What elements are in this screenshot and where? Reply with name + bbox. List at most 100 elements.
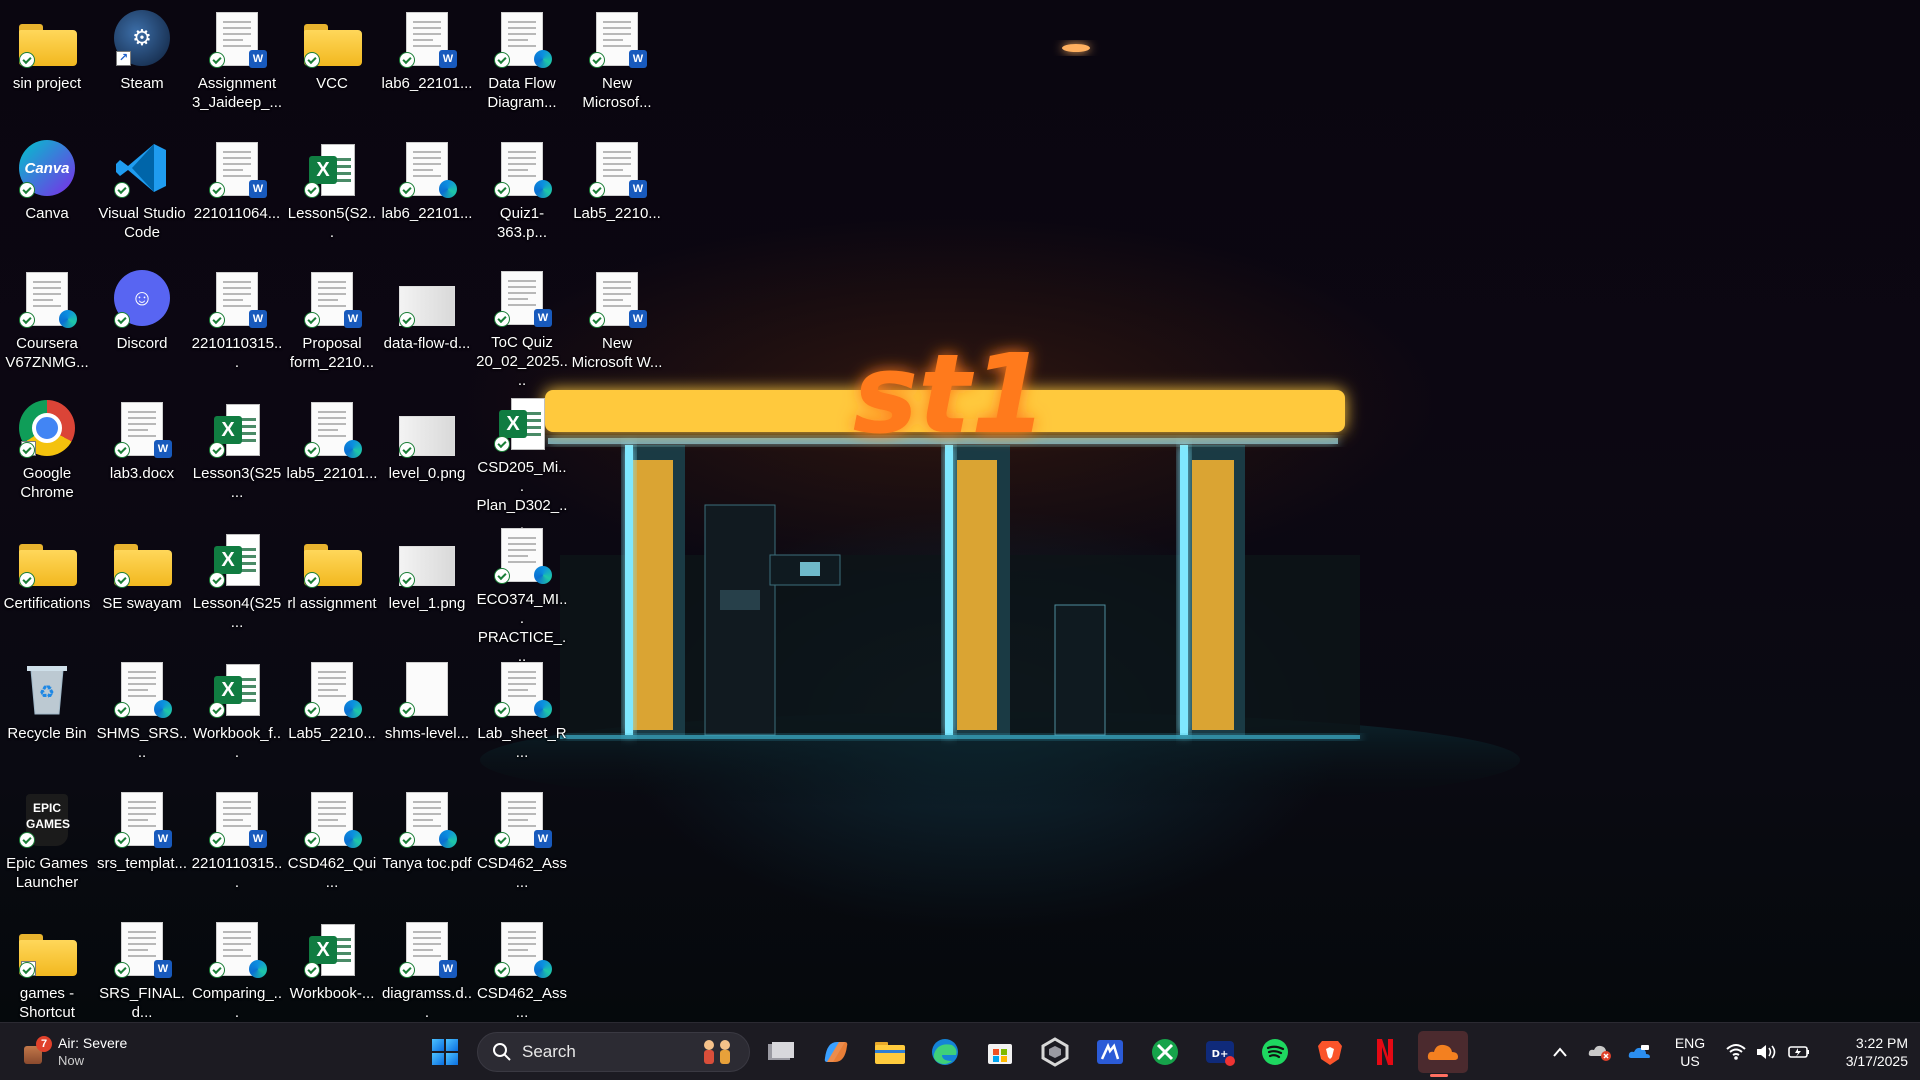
desktop-icon-level-0-png[interactable]: level_0.png <box>381 392 473 520</box>
desktop-icon-lesson4-s25[interactable]: X Lesson4(S25... <box>191 522 283 650</box>
quick-settings-button[interactable] <box>1718 1031 1818 1073</box>
desktop-icon-discord[interactable]: ☺ Discord <box>96 262 188 390</box>
show-hidden-icons-button[interactable] <box>1540 1031 1580 1073</box>
desktop-icon-eco374-mi-practice[interactable]: ECO374_MI... PRACTICE_... <box>476 522 568 665</box>
cloudflare-warp-button[interactable] <box>1418 1031 1468 1077</box>
desktop-icon-vcc[interactable]: VCC <box>286 2 378 130</box>
desktop-icon-workbook[interactable]: X Workbook-... <box>286 912 378 1040</box>
desktop-icon-tanya-toc-pdf[interactable]: Tanya toc.pdf <box>381 782 473 910</box>
sync-status-icon <box>589 52 605 68</box>
desktop-icon-label: sin project <box>12 75 82 92</box>
onedrive-button[interactable] <box>1620 1031 1660 1073</box>
netflix-button[interactable] <box>1364 1031 1406 1073</box>
disney-plus-button[interactable]: D+ <box>1199 1031 1241 1073</box>
desktop-icon-recycle-bin[interactable]: ♻ Recycle Bin <box>1 652 93 780</box>
desktop-icon-comparing[interactable]: Comparing_... <box>191 912 283 1040</box>
desktop-icon-canva[interactable]: Canva Canva <box>1 132 93 260</box>
desktop-icon-diagramss-d[interactable]: Wdiagramss.d... <box>381 912 473 1040</box>
desktop-icon-assignment-3-jaideep[interactable]: W Assignment 3_Jaideep_... <box>191 2 283 130</box>
pdf-file-icon <box>114 658 172 718</box>
desktop-icon-csd462-ass[interactable]: W CSD462_Ass... <box>476 782 568 910</box>
word-file-icon: W <box>589 138 647 198</box>
desktop-icon-rl-assignment[interactable]: rl assignment <box>286 522 378 650</box>
desktop-icon-proposal-form-2210[interactable]: W Proposal form_2210... <box>286 262 378 390</box>
folder-icon <box>114 528 172 588</box>
desktop-icon-shms-srs[interactable]: SHMS_SRS.... <box>96 652 188 780</box>
word-file-icon: W <box>589 268 647 328</box>
sync-status-icon <box>304 962 320 978</box>
start-button[interactable] <box>424 1031 466 1073</box>
file-explorer-button[interactable] <box>869 1031 911 1073</box>
desktop-icon-csd462-qui[interactable]: CSD462_Qui... <box>286 782 378 910</box>
onedrive-paused-button[interactable] <box>1580 1031 1620 1073</box>
desktop-icon-google-chrome[interactable]: ↗ Google Chrome <box>1 392 93 520</box>
sync-status-icon <box>114 962 130 978</box>
desktop-icon-quiz1-363-p[interactable]: Quiz1-363.p... <box>476 132 568 260</box>
desktop-icon-epic-games-launcher[interactable]: EPIC GAMES Epic Games Launcher <box>1 782 93 910</box>
sync-status-icon <box>399 52 415 68</box>
desktop-icon-lab5-2210[interactable]: Lab5_2210... <box>286 652 378 780</box>
desktop-icon-lab6-22101[interactable]: Wlab6_22101... <box>381 2 473 130</box>
sync-status-icon <box>304 702 320 718</box>
desktop-icon-data-flow-diagram[interactable]: Data Flow Diagram... <box>476 2 568 130</box>
desktop-icon-label: Comparing_... <box>191 985 283 1021</box>
desktop-icon-sin-project[interactable]: sin project <box>1 2 93 130</box>
desktop-icon-new-microsoft-w[interactable]: W New Microsoft W... <box>571 262 663 390</box>
desktop-icon-label: New Microsoft W... <box>571 335 663 371</box>
desktop-icon-new-microsof[interactable]: W New Microsof... <box>571 2 663 130</box>
desktop-icon-certifications[interactable]: Certifications <box>1 522 93 650</box>
task-view-button[interactable] <box>760 1031 802 1073</box>
clock[interactable]: 3:22 PM 3/17/2025 <box>1818 1034 1908 1070</box>
desktop-icon-se-swayam[interactable]: SE swayam <box>96 522 188 650</box>
desktop-icon-games-shortcut[interactable]: ↗ games - Shortcut <box>1 912 93 1040</box>
unity-hub-button[interactable] <box>1034 1031 1076 1073</box>
desktop-icon-label: CSD462_Ass... <box>476 855 568 891</box>
desktop-icon-label: lab6_22101... <box>381 205 473 222</box>
microsoft-store-button[interactable] <box>979 1031 1021 1073</box>
desktop-icon-lab3-docx[interactable]: Wlab3.docx <box>96 392 188 520</box>
air-quality-icon: 7 <box>20 1036 52 1066</box>
xbox-button[interactable] <box>1144 1031 1186 1073</box>
desktop-icon-csd462-ass[interactable]: CSD462_Ass... <box>476 912 568 1040</box>
desktop-icon-visual-studio-code[interactable]: Visual Studio Code <box>96 132 188 260</box>
desktop-icon-label: diagramss.d... <box>381 985 473 1021</box>
desktop-icon-lab5-22101[interactable]: lab5_22101... <box>286 392 378 520</box>
copilot-icon <box>824 1042 848 1062</box>
desktop-icon-lab-sheet-r[interactable]: Lab_sheet_R... <box>476 652 568 780</box>
pdf-file-icon <box>494 138 552 198</box>
desktop-icon-workbook-f[interactable]: X Workbook_f... <box>191 652 283 780</box>
desktop-icon-data-flow-d[interactable]: data-flow-d... <box>381 262 473 390</box>
spotify-button[interactable] <box>1254 1031 1296 1073</box>
desktop-icon-label: Epic Games Launcher <box>6 855 88 891</box>
weather-widget[interactable]: 7 Air: Severe Now <box>20 1031 160 1073</box>
edge-button[interactable] <box>924 1031 966 1073</box>
desktop-icon-shms-level[interactable]: shms-level... <box>381 652 473 780</box>
onedrive-icon <box>1628 1045 1650 1058</box>
desktop-icon-lesson3-s25[interactable]: X Lesson3(S25... <box>191 392 283 520</box>
desktop-icon-lesson5-s2[interactable]: X Lesson5(S2... <box>286 132 378 260</box>
desktop-icon-lab5-2210[interactable]: W Lab5_2210... <box>571 132 663 260</box>
desktop-icon-label: Lesson5(S2... <box>287 205 377 241</box>
sync-status-icon <box>19 312 35 328</box>
copilot-button[interactable] <box>815 1031 857 1073</box>
desktop-icon-221011064[interactable]: W 221011064... <box>191 132 283 260</box>
brave-button[interactable] <box>1309 1031 1351 1073</box>
desktop-icon-steam[interactable]: ⚙ ↗ Steam <box>96 2 188 130</box>
visual-studio-button[interactable] <box>1089 1031 1131 1073</box>
search-box[interactable]: Search <box>477 1032 750 1072</box>
desktop-icon-level-1-png[interactable]: level_1.png <box>381 522 473 650</box>
desktop-icon-label: Discord <box>116 335 168 352</box>
desktop-icon-lab6-22101[interactable]: lab6_22101... <box>381 132 473 260</box>
desktop-icon-coursera-v67znmg[interactable]: Coursera V67ZNMG... <box>1 262 93 390</box>
language-indicator[interactable]: ENG US <box>1668 1034 1712 1070</box>
desktop-icon-2210110315[interactable]: W 2210110315... <box>191 782 283 910</box>
desktop-icon-toc-quiz-20-02-2025[interactable]: W ToC Quiz 20_02_2025.... <box>476 262 568 390</box>
sync-status-icon <box>589 312 605 328</box>
desktop-icon-csd205-mi-plan-d302[interactable]: X CSD205_Mi... Plan_D302_... <box>476 392 568 533</box>
desktop-icon-2210110315[interactable]: W 2210110315... <box>191 262 283 390</box>
region-code: US <box>1680 1053 1700 1069</box>
app-file-icon: ⚙ ↗ <box>114 8 170 66</box>
desktop-icon-label: CSD462_Qui... <box>287 855 377 891</box>
desktop-icon-srs-templat[interactable]: Wsrs_templat... <box>96 782 188 910</box>
desktop-icon-srs-final-d[interactable]: W SRS_FINAL.d... <box>96 912 188 1040</box>
